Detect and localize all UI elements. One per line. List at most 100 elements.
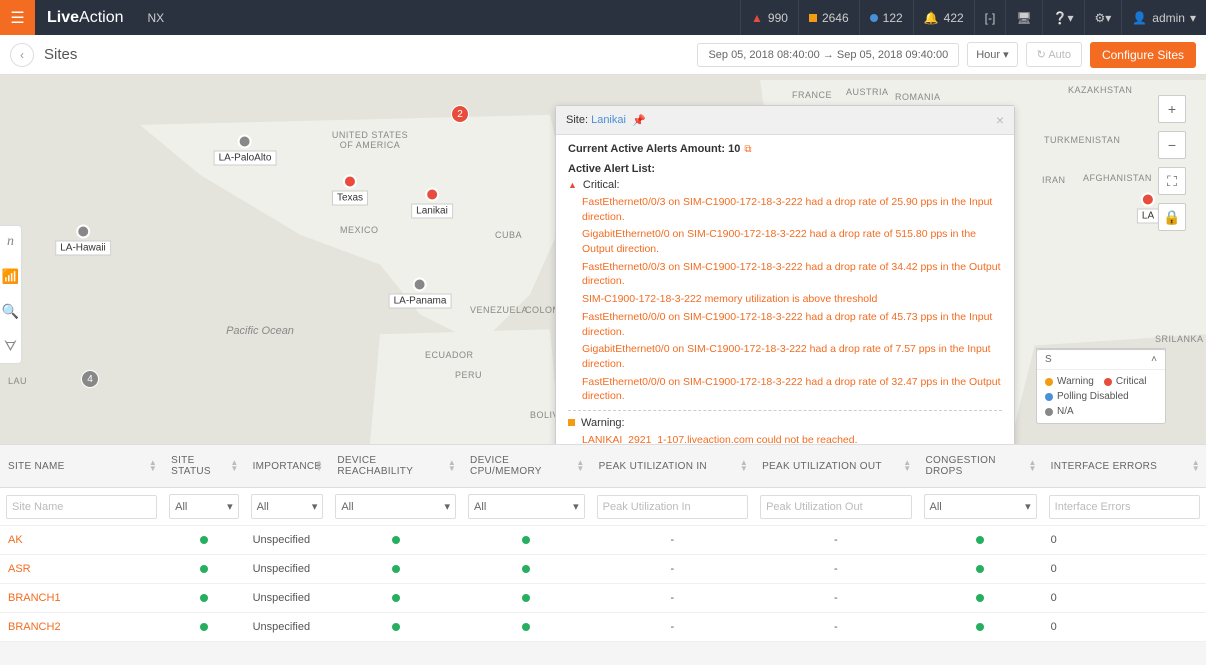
notifications[interactable]: 🔔422 [913,0,974,35]
status-dot [200,623,208,631]
close-icon[interactable]: × [996,112,1004,128]
gear-icon[interactable]: ⚙▾ [1084,0,1122,35]
alert-item[interactable]: SIM-C1900-172-18-3-222 memory utilizatio… [582,292,1002,307]
site-status-filter[interactable]: All▾ [169,494,238,519]
column-header[interactable]: DEVICE REACHABILITY▲▼ [329,445,462,488]
filter-icon[interactable]: ᗊ [4,338,17,355]
status-dot [522,623,530,631]
user-menu[interactable]: 👤 admin ▾ [1121,0,1206,35]
column-header[interactable]: INTERFACE ERRORS▲▼ [1043,445,1206,488]
site-name-cell[interactable]: AK [0,526,163,555]
column-header[interactable]: PEAK UTILIZATION IN▲▼ [591,445,754,488]
fullscreen-button[interactable]: ⛶ [1158,167,1186,195]
table-row[interactable]: AKUnspecified--0 [0,526,1206,555]
site-marker-lanikai[interactable]: Lanikai [411,188,453,219]
triangle-icon: ▲ [751,11,763,25]
alert-item[interactable]: FastEthernet0/0/3 on SIM-C1900-172-18-3-… [582,260,1002,289]
bracket-item[interactable]: [-] [974,0,1006,35]
column-header[interactable]: PEAK UTILIZATION OUT▲▼ [754,445,917,488]
alert-item[interactable]: GigabitEthernet0/0 on SIM-C1900-172-18-3… [582,227,1002,256]
country-label: PERU [455,370,482,380]
site-name-cell[interactable]: BRANCH1 [0,584,163,613]
country-label: AUSTRIA [846,87,889,97]
product-label: NX [135,11,176,25]
column-header[interactable]: CONGESTION DROPS▲▼ [918,445,1043,488]
interface-err-cell: 0 [1043,526,1206,555]
country-label: VENEZUELA [470,305,528,315]
column-header[interactable]: IMPORTANCE▲▼ [245,445,330,488]
congestion-filter[interactable]: All▾ [924,494,1037,519]
left-tool-rail: n 📶 🔍 ᗊ [0,225,22,364]
peak-in-filter[interactable] [597,495,748,519]
status-dot [392,594,400,602]
importance-cell: Unspecified [245,584,330,613]
monitor-icon[interactable]: 🖥 [1005,0,1041,35]
site-marker-hawaii[interactable]: LA-Hawaii [55,225,111,256]
status-dot [976,623,984,631]
status-dot [522,594,530,602]
zoom-in-button[interactable]: + [1158,95,1186,123]
wifi-icon[interactable]: 📶 [2,268,19,285]
status-dot [392,565,400,573]
site-marker-panama[interactable]: LA-Panama [389,278,452,309]
search-icon[interactable]: 🔍 [2,303,19,320]
warning-header: Warning: [568,417,1002,429]
importance-cell: Unspecified [245,555,330,584]
critical-alerts-badge[interactable]: ▲990 [740,0,798,35]
country-label: LAU [8,376,27,386]
triangle-icon: ▲ [568,180,577,190]
site-name-cell[interactable]: BRANCH2 [0,613,163,642]
cpu-memory-filter[interactable]: All▾ [468,494,585,519]
site-name-filter[interactable] [6,495,157,519]
status-dot [200,565,208,573]
alert-item[interactable]: FastEthernet0/0/0 on SIM-C1900-172-18-3-… [582,375,1002,404]
menu-icon[interactable]: ☰ [0,0,35,35]
interface-err-filter[interactable] [1049,495,1200,519]
chevron-up-icon[interactable]: ˄ [1151,354,1157,365]
alert-item[interactable]: LANIKAI_2921_1-107.liveaction.com could … [582,433,1002,445]
site-marker-texas[interactable]: Texas [332,175,368,206]
site-marker-badge[interactable]: 2 [451,105,469,125]
ocean-label: Pacific Ocean [225,325,295,337]
info-alerts-badge[interactable]: 122 [859,0,913,35]
reachability-filter[interactable]: All▾ [335,494,456,519]
table-row[interactable]: BRANCH1Unspecified--0 [0,584,1206,613]
zoom-out-button[interactable]: − [1158,131,1186,159]
country-label: KAZAKHSTAN [1068,85,1132,95]
time-granularity-select[interactable]: Hour ▾ [967,42,1017,67]
column-header[interactable]: SITE NAME▲▼ [0,445,163,488]
date-range-picker[interactable]: Sep 05, 2018 08:40:00 → Sep 05, 2018 09:… [697,43,959,67]
square-icon [568,419,575,426]
peak-out-filter[interactable] [760,495,911,519]
site-marker-badge4[interactable]: 4 [81,370,99,390]
peak-in-cell: - [591,526,754,555]
site-marker-paloalto[interactable]: LA-PaloAlto [214,135,277,166]
status-dot [392,623,400,631]
importance-filter[interactable]: All▾ [251,494,324,519]
world-map[interactable]: Pacific Ocean UNITED STATES OF AMERICA M… [0,75,1206,445]
pin-icon[interactable]: 📌 [632,114,646,127]
status-dot [976,536,984,544]
interface-err-cell: 0 [1043,584,1206,613]
country-label: CUBA [495,230,522,240]
alert-item[interactable]: FastEthernet0/0/3 on SIM-C1900-172-18-3-… [582,195,1002,224]
back-button[interactable]: ‹ [10,43,34,67]
lock-button[interactable]: 🔒 [1158,203,1186,231]
warning-alerts-badge[interactable]: 2646 [798,0,859,35]
help-icon[interactable]: ❔▾ [1042,0,1084,35]
column-header[interactable]: SITE STATUS▲▼ [163,445,244,488]
table-row[interactable]: ASRUnspecified--0 [0,555,1206,584]
auto-refresh-button[interactable]: ↻ Auto [1026,42,1082,67]
site-name-cell[interactable]: ASR [0,555,163,584]
alert-item[interactable]: FastEthernet0/0/0 on SIM-C1900-172-18-3-… [582,310,1002,339]
configure-sites-button[interactable]: Configure Sites [1090,42,1196,68]
site-marker-la[interactable]: LA [1137,193,1159,224]
alert-item[interactable]: GigabitEthernet0/0 on SIM-C1900-172-18-3… [582,342,1002,371]
cursive-icon[interactable]: n [7,234,14,250]
logo[interactable]: LiveAction [35,9,135,27]
country-label: ROMANIA [895,92,941,102]
table-row[interactable]: BRANCH2Unspecified--0 [0,613,1206,642]
country-label: TURKMENISTAN [1044,135,1120,145]
external-link-icon[interactable]: ⧉ [744,144,751,155]
column-header[interactable]: DEVICE CPU/MEMORY▲▼ [462,445,591,488]
